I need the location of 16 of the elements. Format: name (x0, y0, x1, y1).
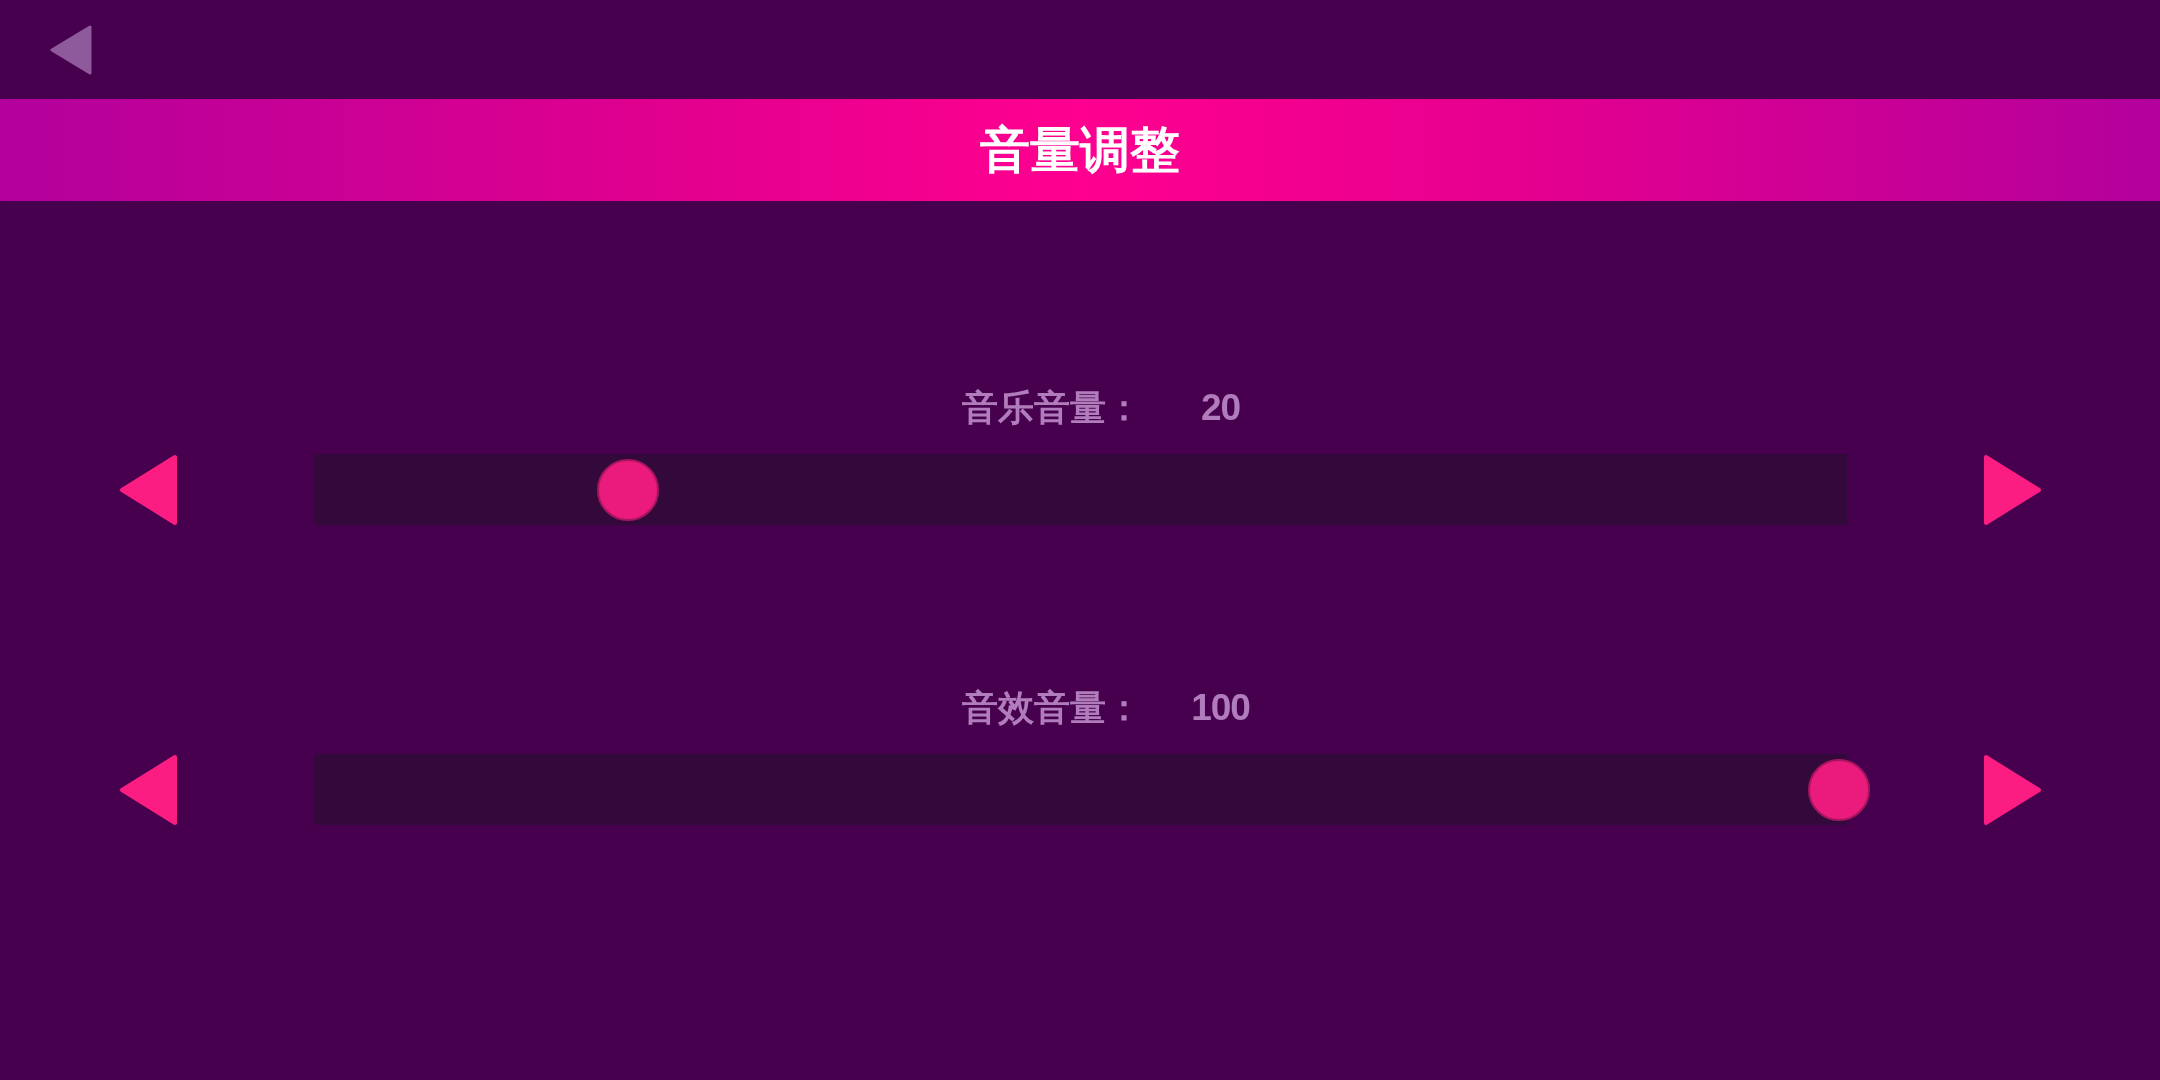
slider-label: 音乐音量： (961, 388, 1142, 428)
left-triangle-icon (119, 453, 178, 526)
slider-value: 20 (1199, 388, 1242, 428)
increase-button[interactable] (1983, 453, 2042, 526)
slider-label: 音效音量： (961, 688, 1142, 728)
right-triangle-icon (1983, 753, 2042, 826)
page-title: 音量调整 (980, 122, 1180, 178)
slider-value: 100 (1190, 688, 1251, 728)
decrease-button[interactable] (119, 753, 178, 826)
slider-track[interactable] (314, 754, 1870, 825)
right-triangle-icon (1983, 453, 2042, 526)
back-button[interactable] (50, 24, 92, 75)
back-triangle-icon (50, 24, 92, 75)
increase-button[interactable] (1983, 753, 2042, 826)
left-triangle-icon (119, 753, 178, 826)
decrease-button[interactable] (119, 453, 178, 526)
